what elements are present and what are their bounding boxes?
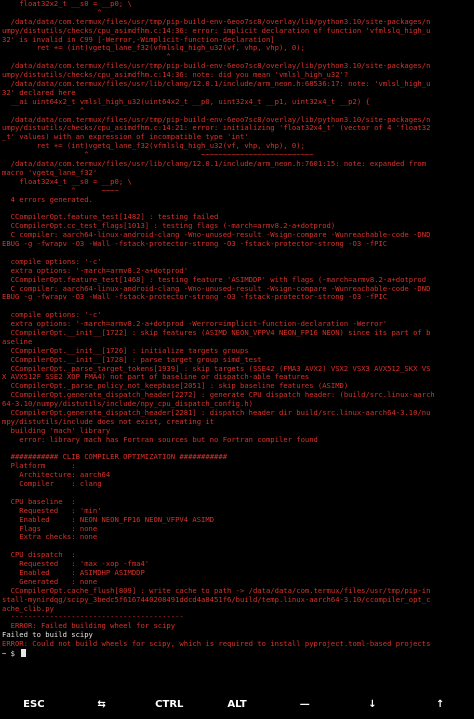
extra-keys-bar: ESC ⇆ CTRL ALT — ↓ ↑ (0, 690, 474, 719)
terminal-line: CCompilerOpt.cache_flush[809] : write ca… (2, 586, 431, 595)
terminal-line: __ai uint64x2_t vmlsl_high_u32(uint64x2_… (2, 97, 370, 106)
terminal-line: _t' values) with an expression of incomp… (2, 133, 249, 142)
terminal-line: macro 'vgetq_lane_f32' (2, 168, 98, 177)
terminal-line: extra options: '-march=armv8.2-a+dotprod… (2, 266, 189, 275)
terminal-line: umpy/distutils/checks/cpu_asimdfhm.c:14:… (2, 71, 349, 80)
terminal-line: Flags : none (2, 524, 98, 533)
terminal-line: ^ ~~~~ (2, 186, 119, 195)
terminal-line: Platform : (2, 462, 76, 471)
prompt-text: ~ $ (2, 649, 20, 658)
terminal-line: Extra checks: none (2, 533, 98, 542)
terminal-line: CCompilerOpt.feature_test[1482] : testin… (2, 213, 219, 222)
terminal-line: EBUG -g -fwrapv -O3 -Wall -fstack-protec… (2, 240, 388, 249)
terminal-line: X AVX512F SSE2 XOP FMA4) not part of bas… (2, 373, 310, 382)
terminal-line: Compiler : clang (2, 480, 102, 489)
terminal-line: CCompilerOpt.__init__[1726] : initialize… (2, 346, 249, 355)
terminal-line: umpy/distutils/checks/cpu_asimdfhm.c:14:… (2, 26, 431, 35)
terminal-line: CCompilerOpt.generate_dispatch_header[22… (2, 408, 431, 417)
terminal-line: ^ ~~~~~~~~~~~~~~~~~~~~~~~~~~ (2, 151, 314, 160)
terminal-line: Requested : 'min' (2, 506, 102, 515)
terminal-line: compile options: '-c' (2, 311, 102, 320)
terminal-line: CCompilerOpt.feature_test[1468] : testin… (2, 275, 427, 284)
terminal-line: CCompilerOpt.generate_dispatch_header[22… (2, 391, 435, 400)
terminal-line: ret += (int)vgetq_lane_f32(vfmlslq_high_… (2, 142, 305, 151)
terminal-line: extra options: '-march=armv8.2-a+dotprod… (2, 320, 388, 329)
terminal-line: /data/data/com.termux/files/usr/tmp/pip-… (2, 62, 431, 71)
cursor (21, 649, 27, 658)
terminal-line: ########### CLIB COMPILER OPTIMIZATION #… (2, 453, 228, 462)
terminal-line: /data/data/com.termux/files/usr/tmp/pip-… (2, 115, 431, 124)
arrow-up-key[interactable]: ↑ (406, 690, 474, 719)
terminal-line: Architecture: aarch64 (2, 471, 111, 480)
terminal-line: ---------------------------------------- (2, 613, 184, 622)
terminal-line: /data/data/com.termux/files/usr/lib/clan… (2, 80, 431, 89)
terminal-line: CCompilerOpt.__init__[1722] : skip featu… (2, 328, 431, 337)
terminal-line: Requested : 'max -xop -fma4' (2, 560, 150, 569)
terminal-line: Enabled : ASIMDHP ASIMDDP (2, 569, 145, 577)
terminal-line: /data/data/com.termux/files/usr/lib/clan… (2, 160, 427, 169)
terminal-line: ^ (2, 8, 102, 17)
terminal-line: 4 errors generated. (2, 195, 93, 204)
arrow-down-key[interactable]: ↓ (339, 690, 407, 719)
tab-key[interactable]: ⇆ (68, 690, 136, 719)
prompt-line[interactable]: ~ $ (2, 649, 472, 658)
terminal-line: umpy/distutils/checks/cpu_asimdfhm.c:14:… (2, 124, 431, 133)
terminal-line: CCompilerOpt.__init__[1728] : parse targ… (2, 355, 262, 364)
terminal-line: C compiler: aarch64-linux-android-clang … (2, 231, 431, 240)
terminal-line: compile options: '-c' (2, 257, 102, 266)
alt-key[interactable]: ALT (203, 690, 271, 719)
terminal-line: /data/data/com.termux/files/usr/tmp/pip-… (2, 17, 431, 26)
terminal-line: 64-3.10/numpy/distutils/include/npy_cpu_… (2, 400, 253, 409)
terminal-line: 32' declared here (2, 88, 76, 97)
terminal-line: building 'mach' library (2, 426, 111, 435)
dash-key[interactable]: — (271, 690, 339, 719)
terminal-line: CPU dispatch : (2, 551, 76, 560)
terminal-line: stall-mynirdqg/scipy_3bedc5f616744020849… (2, 595, 431, 604)
terminal-line: mpy/distutils/include does not exist, cr… (2, 417, 215, 426)
terminal-line: ^ (2, 53, 171, 62)
terminal-line: CCompilerOpt._parse_target_tokens[1939] … (2, 364, 431, 373)
terminal-line: Failed to build scipy (2, 631, 93, 640)
terminal-line: ^ (2, 106, 85, 115)
terminal-line: Enabled : NEON NEON_FP16 NEON_VFPV4 ASIM… (2, 515, 215, 524)
terminal-line: C compiler: aarch64-linux-android-clang … (2, 284, 431, 293)
terminal-line: Generated : none (2, 577, 98, 586)
terminal-line: EBUG -g -fwrapv -O3 -Wall -fstack-protec… (2, 293, 388, 302)
ctrl-key[interactable]: CTRL (135, 690, 203, 719)
terminal-line: CPU baseline : (2, 497, 76, 506)
terminal-line: CCompilerOpt._parse_policy_not_keepbase[… (2, 382, 349, 391)
terminal-line: float32x4_t __s0 = __p0; \ (2, 177, 132, 186)
terminal-line: error: library mach has Fortran sources … (2, 435, 318, 444)
terminal-output[interactable]: float32x2_t __s0 = __p0; \ ^ /data/data/… (2, 0, 472, 689)
terminal-line: CCompilerOpt.cc_test_flags[1013] : testi… (2, 222, 336, 231)
terminal-line: float32x2_t __s0 = __p0; \ (2, 0, 132, 8)
terminal-line: aseline (2, 337, 33, 346)
terminal-line: 32' is invalid in C99 [-Werror,-Wimplici… (2, 35, 275, 44)
terminal-line: ERROR: Could not build wheels for scipy,… (2, 640, 431, 649)
terminal-line: ache_clib.py (2, 604, 54, 613)
terminal-line: ret += (int)vgetq_lane_f32(vfmlslq_high_… (2, 44, 305, 53)
terminal-line: ERROR: Failed building wheel for scipy (2, 622, 176, 631)
esc-key[interactable]: ESC (0, 690, 68, 719)
